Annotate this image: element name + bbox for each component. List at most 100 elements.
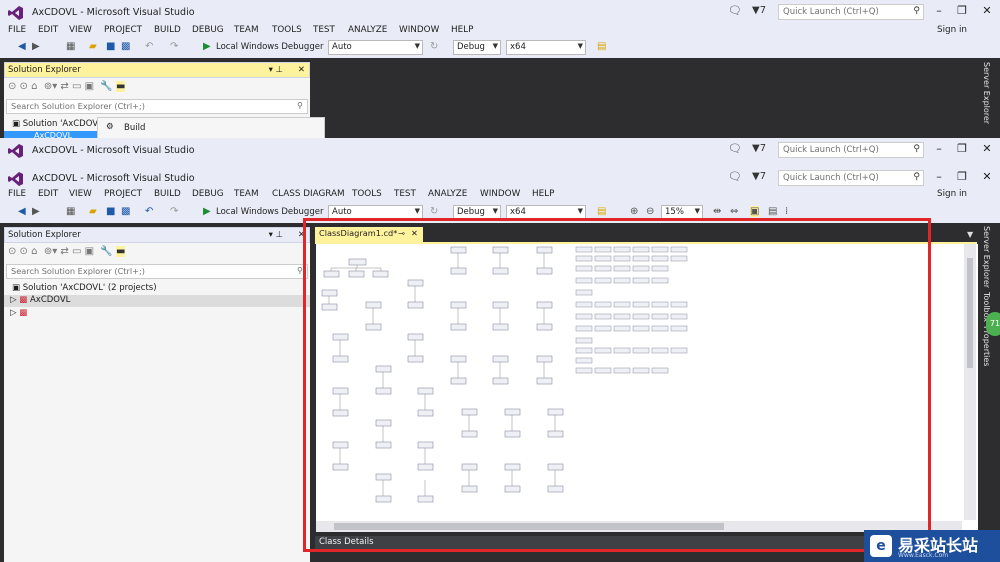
- vertical-scrollbar[interactable]: [964, 244, 976, 520]
- search-icon: ⚲: [913, 6, 920, 16]
- new-project-icon[interactable]: ▦: [66, 206, 75, 217]
- quick-launch-input[interactable]: Quick Launch (Ctrl+Q) ⚲: [778, 4, 924, 20]
- adjust-shapes-icon[interactable]: ⇔: [730, 206, 738, 217]
- zoom-out-icon[interactable]: ⊖: [646, 206, 654, 217]
- menu-window[interactable]: WINDOW: [399, 25, 439, 35]
- new-project-icon[interactable]: ▦: [66, 41, 75, 52]
- menu-test[interactable]: TEST: [313, 25, 335, 35]
- menu-analyze[interactable]: ANALYZE: [348, 25, 387, 35]
- minimize-button[interactable]: –: [930, 142, 948, 155]
- group-by-kind-icon[interactable]: ▣: [750, 206, 760, 217]
- layout-diagram-icon[interactable]: ⇹: [713, 206, 721, 217]
- save-all-icon[interactable]: ▩: [121, 206, 130, 217]
- menu-build[interactable]: BUILD: [154, 189, 181, 199]
- side-tab-server-explorer[interactable]: Server Explorer: [982, 226, 991, 288]
- quick-launch-input[interactable]: Quick Launch (Ctrl+Q) ⚲: [778, 142, 924, 158]
- minimize-button[interactable]: –: [930, 170, 948, 183]
- minimize-button[interactable]: –: [930, 4, 948, 17]
- save-icon[interactable]: ■: [106, 206, 115, 217]
- menu-help[interactable]: HELP: [532, 189, 554, 199]
- menu-team[interactable]: TEAM: [234, 189, 259, 199]
- menu-tools[interactable]: TOOLS: [272, 25, 302, 35]
- find-in-files-icon[interactable]: ▤: [597, 41, 606, 52]
- start-debug-icon[interactable]: ▶: [203, 41, 211, 52]
- undo-icon[interactable]: ↶: [145, 206, 153, 217]
- close-icon[interactable]: ✕: [298, 65, 305, 75]
- back-side-tab-server-explorer[interactable]: Server Explorer: [982, 62, 991, 124]
- change-members-format-icon[interactable]: ▤: [768, 206, 777, 217]
- project-row-axcdovl[interactable]: ▷ ▩ AxCDOVL: [4, 295, 310, 307]
- quick-launch-placeholder: Quick Launch (Ctrl+Q): [783, 7, 879, 17]
- sign-in-link[interactable]: Sign in: [937, 25, 967, 35]
- restore-button[interactable]: ❐: [953, 142, 971, 155]
- platform-combo[interactable]: x64 ▼: [506, 40, 586, 55]
- menu-test[interactable]: TEST: [394, 189, 416, 199]
- menu-debug[interactable]: DEBUG: [192, 189, 224, 199]
- document-dropdown-icon[interactable]: ▼: [967, 230, 973, 239]
- menu-window[interactable]: WINDOW: [480, 189, 520, 199]
- menu-file[interactable]: FILE: [8, 189, 26, 199]
- menu-tools[interactable]: TOOLS: [352, 189, 382, 199]
- forward-nav-icon[interactable]: ▶: [32, 206, 40, 217]
- menu-view[interactable]: VIEW: [69, 189, 92, 199]
- refresh-icon[interactable]: ↻: [430, 41, 438, 52]
- menu-edit[interactable]: EDIT: [38, 25, 58, 35]
- save-icon[interactable]: ■: [106, 41, 115, 52]
- se-search-input[interactable]: Search Solution Explorer (Ctrl+;) ⚲: [6, 264, 308, 279]
- undo-icon[interactable]: ↶: [145, 41, 153, 52]
- quick-launch-input[interactable]: Quick Launch (Ctrl+Q) ⚲: [778, 170, 924, 186]
- menu-edit[interactable]: EDIT: [38, 189, 58, 199]
- scrollbar-thumb-v[interactable]: [967, 258, 973, 368]
- start-debug-icon[interactable]: ▶: [203, 206, 211, 217]
- menu-analyze[interactable]: ANALYZE: [428, 189, 467, 199]
- back-nav-icon[interactable]: ◀: [18, 41, 26, 52]
- menu-project[interactable]: PROJECT: [104, 25, 142, 35]
- open-file-icon[interactable]: ▰: [89, 41, 97, 52]
- back-solution-explorer-header[interactable]: Solution Explorer ▾ ⊥ ✕: [4, 62, 310, 78]
- restore-button[interactable]: ❐: [953, 4, 971, 17]
- debug-config-combo[interactable]: Debug ▼: [453, 40, 501, 55]
- solution-explorer-header[interactable]: Solution Explorer ▾ ⊥ ✕: [4, 227, 310, 243]
- back-se-search-input[interactable]: Search Solution Explorer (Ctrl+;) ⚲: [6, 99, 308, 114]
- notification-icon[interactable]: 🗨: [728, 142, 742, 155]
- menu-view[interactable]: VIEW: [69, 25, 92, 35]
- open-file-icon[interactable]: ▰: [89, 206, 97, 217]
- redo-icon[interactable]: ↷: [170, 206, 178, 217]
- flag-count: 7: [759, 171, 767, 182]
- refresh-icon[interactable]: ↻: [430, 206, 438, 217]
- feedback-flag-icon[interactable]: ▼7: [752, 143, 766, 154]
- back-solution-row[interactable]: ▣ Solution 'AxCDOV: [12, 119, 98, 129]
- notification-badge[interactable]: 71: [986, 312, 1000, 336]
- close-button[interactable]: ✕: [978, 4, 996, 17]
- solution-row[interactable]: ▣ Solution 'AxCDOVL' (2 projects): [12, 283, 157, 293]
- redo-icon[interactable]: ↷: [170, 41, 178, 52]
- debugger-label[interactable]: Local Windows Debugger: [216, 207, 323, 217]
- pin-icon[interactable]: ▾ ⊥: [269, 65, 283, 75]
- auto-combo[interactable]: Auto ▼: [328, 40, 423, 55]
- find-in-files-icon[interactable]: ▤: [597, 206, 606, 217]
- show-members-icon[interactable]: ⁞: [785, 206, 788, 217]
- zoom-in-icon[interactable]: ⊕: [630, 206, 638, 217]
- restore-button[interactable]: ❐: [953, 170, 971, 183]
- close-button[interactable]: ✕: [978, 170, 996, 183]
- menu-class-diagram[interactable]: CLASS DIAGRAM: [272, 189, 345, 199]
- menu-project[interactable]: PROJECT: [104, 189, 142, 199]
- notification-icon[interactable]: 🗨: [728, 170, 742, 183]
- sign-in-link[interactable]: Sign in: [937, 189, 967, 199]
- save-all-icon[interactable]: ▩: [121, 41, 130, 52]
- pin-icon[interactable]: ▾ ⊥: [269, 230, 283, 240]
- forward-nav-icon[interactable]: ▶: [32, 41, 40, 52]
- context-menu-build[interactable]: Build: [124, 123, 145, 133]
- menu-help[interactable]: HELP: [451, 25, 473, 35]
- menu-debug[interactable]: DEBUG: [192, 25, 224, 35]
- menu-file[interactable]: FILE: [8, 25, 26, 35]
- back-nav-icon[interactable]: ◀: [18, 206, 26, 217]
- feedback-flag-icon[interactable]: ▼7: [752, 171, 766, 182]
- debugger-label[interactable]: Local Windows Debugger: [216, 42, 323, 52]
- close-button[interactable]: ✕: [978, 142, 996, 155]
- feedback-flag-icon[interactable]: ▼7: [752, 5, 766, 16]
- project-row-2[interactable]: ▷ ▩: [10, 308, 27, 318]
- menu-team[interactable]: TEAM: [234, 25, 259, 35]
- menu-build[interactable]: BUILD: [154, 25, 181, 35]
- notification-icon[interactable]: 🗨: [728, 4, 742, 17]
